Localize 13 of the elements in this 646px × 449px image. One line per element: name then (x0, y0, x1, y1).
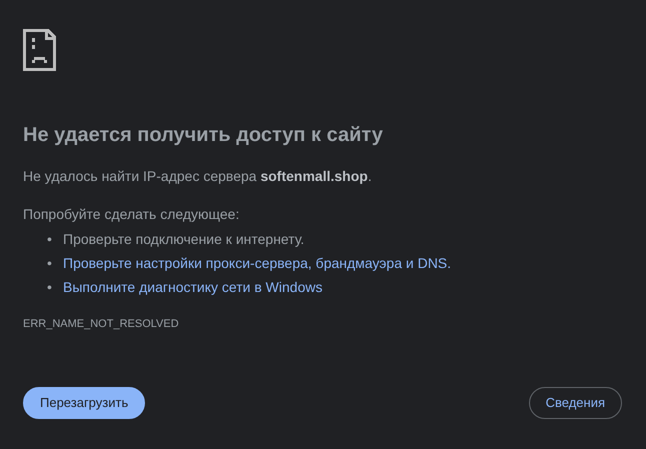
bullet: • (47, 278, 53, 297)
error-summary: Не удалось найти IP-адрес сервера softenmall.shop. (23, 167, 373, 186)
sad-page-icon (23, 29, 56, 71)
suggestion-link[interactable]: Проверьте настройки прокси-сервера, брандмауэра и DNS. (63, 255, 452, 271)
reload-button[interactable]: Перезагрузить (23, 387, 146, 419)
bullet: • (47, 230, 53, 249)
suggestion-text: Проверьте подключение к интернету. (63, 231, 304, 247)
error-code: ERR_NAME_NOT_RESOLVED (23, 317, 180, 332)
bullet: • (47, 254, 53, 273)
details-button[interactable]: Сведения (528, 387, 622, 419)
error-heading: Не удается получить доступ к сайту (23, 123, 384, 147)
suggestion-link[interactable]: Выполните диагностику сети в Windows (63, 279, 322, 295)
suggestions-title: Попробуйте сделать следующее: (23, 205, 240, 224)
